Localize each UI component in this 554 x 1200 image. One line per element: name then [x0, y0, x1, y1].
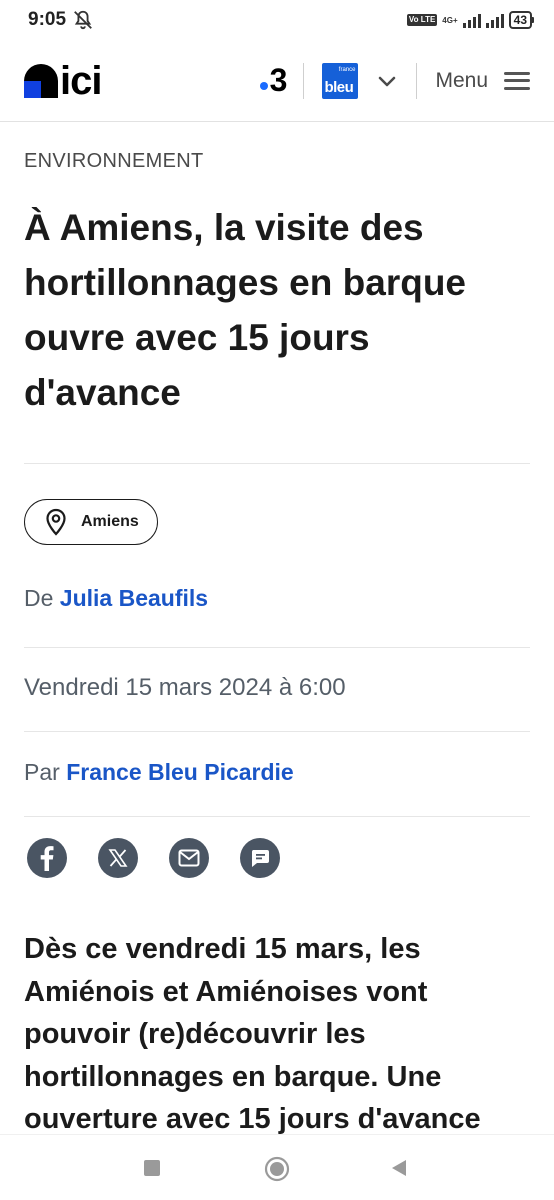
divider	[24, 731, 530, 732]
comment-icon[interactable]	[240, 838, 280, 878]
share-bar	[27, 838, 280, 878]
divider	[24, 647, 530, 648]
author-line: De Julia Beaufils	[24, 585, 208, 612]
x-icon[interactable]	[98, 838, 138, 878]
home-icon[interactable]	[264, 1156, 290, 1182]
battery-icon: 43	[508, 11, 534, 29]
france-bleu-logo[interactable]: france bleu	[322, 62, 359, 99]
publication-date: Vendredi 15 mars 2024 à 6:00	[24, 674, 346, 701]
email-icon[interactable]	[169, 838, 209, 878]
chevron-down-icon[interactable]	[376, 70, 398, 92]
france-bleu-small-label: france	[338, 66, 356, 73]
facebook-icon[interactable]	[27, 838, 67, 878]
source-prefix: Par	[24, 759, 60, 785]
recents-icon[interactable]	[143, 1159, 161, 1177]
site-header: ici 3 france bleu Menu	[0, 40, 554, 122]
signal-icon	[462, 12, 481, 28]
notifications-off-icon	[74, 10, 92, 30]
article-lead: Dès ce vendredi 15 mars, les Amiénois et…	[24, 933, 481, 1134]
battery-level: 43	[508, 11, 532, 29]
status-bar: 9:05 Vo LTE 4G+ 43	[0, 0, 554, 40]
source-line: Par France Bleu Picardie	[24, 759, 294, 786]
network-type: 4G+	[442, 15, 458, 25]
map-pin-icon	[46, 508, 66, 536]
france-bleu-label: bleu	[324, 78, 354, 96]
volte-badge: Vo LTE	[406, 14, 438, 26]
location-tag-label: Amiens	[81, 513, 139, 530]
back-icon[interactable]	[390, 1158, 408, 1178]
ici-logo[interactable]: ici	[24, 58, 102, 103]
source-link[interactable]: France Bleu Picardie	[66, 759, 294, 785]
ici-logo-text: ici	[60, 58, 102, 103]
status-indicators: Vo LTE 4G+ 43	[406, 11, 534, 29]
status-time: 9:05	[28, 9, 67, 30]
author-link[interactable]: Julia Beaufils	[60, 585, 208, 611]
divider	[24, 816, 530, 817]
author-prefix: De	[24, 585, 54, 611]
divider	[24, 463, 530, 464]
article-category[interactable]: ENVIRONNEMENT	[24, 150, 203, 173]
location-tag[interactable]: Amiens	[24, 499, 158, 545]
signal-icon-2	[485, 12, 504, 28]
france3-logo[interactable]: 3	[259, 62, 288, 99]
ici-logo-mark	[24, 63, 58, 98]
france3-label: 3	[269, 62, 288, 98]
article-title: À Amiens, la visite des hortillonnages e…	[24, 207, 466, 413]
france3-dot	[259, 81, 268, 90]
divider	[303, 62, 305, 99]
hamburger-icon	[504, 71, 530, 90]
divider	[416, 62, 418, 99]
menu-button[interactable]: Menu	[435, 69, 530, 93]
menu-label: Menu	[435, 68, 488, 92]
system-navigation-bar	[0, 1134, 554, 1200]
